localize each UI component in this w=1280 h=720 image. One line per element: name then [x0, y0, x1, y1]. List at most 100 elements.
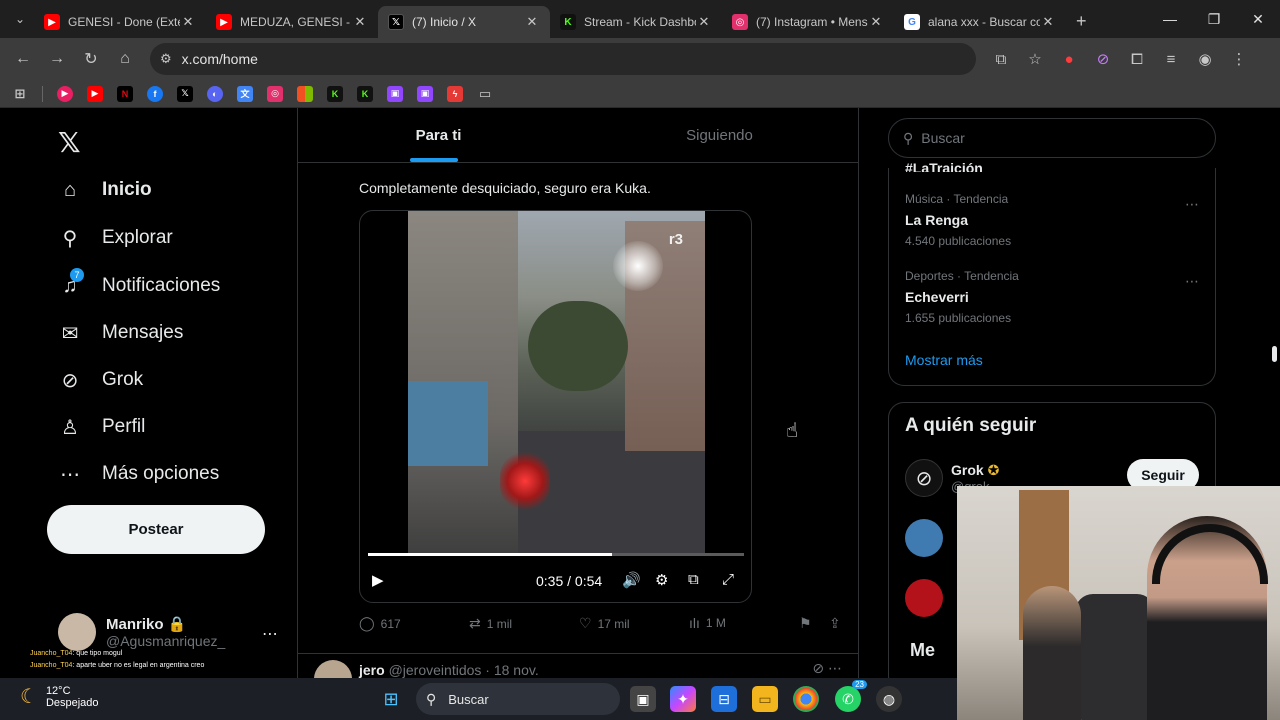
nav-item-grok[interactable]: ⊘ Grok — [58, 368, 144, 392]
browser-tab-active[interactable]: 𝕏 (7) Inicio / X ✕ — [378, 6, 550, 38]
bookmark-kick-icon[interactable]: K — [357, 85, 373, 102]
trend-more-icon[interactable]: ⋯ — [1185, 273, 1199, 290]
nav-item-mensajes[interactable]: ✉ Mensajes — [58, 321, 184, 345]
tab-search-button[interactable]: ⌄ — [6, 5, 34, 33]
browser-tab[interactable]: K Stream - Kick Dashbo ✕ — [550, 6, 722, 38]
share-button[interactable]: ⇪ — [829, 615, 847, 632]
extension-icon[interactable]: ● — [1052, 51, 1086, 68]
bookmark-translate-icon[interactable]: 文 — [237, 85, 253, 102]
show-more-link[interactable]: Mostrar más — [905, 352, 983, 368]
apps-grid-icon[interactable]: ⊞ — [12, 86, 28, 102]
bookmark-facebook-icon[interactable]: f — [147, 85, 163, 102]
browser-tab[interactable]: ▶ MEDUZA, GENESI - F ✕ — [206, 6, 378, 38]
install-app-icon[interactable]: ⧉ — [984, 51, 1018, 68]
search-input[interactable]: ⚲ Buscar — [888, 118, 1216, 158]
extensions-puzzle-icon[interactable]: ⧠ — [1120, 51, 1154, 68]
trend-more-icon[interactable]: ⋯ — [1185, 196, 1199, 213]
close-tab-icon[interactable]: ✕ — [352, 14, 368, 30]
bookmark-music-icon[interactable]: ▶ — [57, 85, 73, 102]
nav-item-explorar[interactable]: ⚲ Explorar — [58, 226, 173, 250]
nav-item-notificaciones[interactable]: ♫ 7 Notificaciones — [58, 268, 220, 298]
bookmark-x-icon[interactable]: 𝕏 — [177, 85, 193, 102]
file-explorer-icon[interactable]: ▭ — [752, 686, 778, 712]
video-frame[interactable]: r3 — [408, 211, 705, 556]
chrome-icon[interactable] — [793, 686, 819, 712]
bookmark-twitch-icon[interactable]: ▣ — [417, 85, 433, 102]
home-icon[interactable]: ⌂ — [108, 42, 142, 76]
nav-item-mas-opciones[interactable]: ⋯ Más opciones — [58, 462, 219, 486]
more-icon[interactable]: ⊘ ⋯ — [812, 660, 842, 677]
close-tab-icon[interactable]: ✕ — [180, 14, 196, 30]
follow-suggestion[interactable] — [905, 519, 951, 557]
settings-gear-icon[interactable]: ⚙ — [655, 571, 668, 589]
post-button[interactable]: Postear — [47, 505, 265, 554]
new-tab-button[interactable]: + — [1076, 11, 1087, 32]
follow-suggestion[interactable] — [905, 579, 951, 617]
extension-icon[interactable]: ⊘ — [1086, 50, 1120, 68]
windows-start-icon[interactable]: ⊞ — [378, 686, 404, 712]
bookmark-bolt-icon[interactable]: ϟ — [447, 85, 463, 102]
whatsapp-icon[interactable]: ✆ 23 — [835, 680, 867, 712]
close-tab-icon[interactable]: ✕ — [696, 14, 712, 30]
fullscreen-icon[interactable]: ⤢ — [722, 571, 734, 588]
repost-button[interactable]: ⇄ 1 mil — [469, 615, 512, 632]
scrollbar-thumb[interactable] — [1272, 346, 1277, 362]
bookmark-instagram-icon[interactable]: ◎ — [267, 85, 283, 102]
minimize-icon[interactable]: — — [1148, 0, 1192, 38]
maximize-icon[interactable]: ❐ — [1192, 0, 1236, 38]
bookmark-discord-icon[interactable]: ◐ — [207, 85, 223, 102]
messages-drawer[interactable]: Me — [910, 640, 935, 661]
bookmark-twitch-icon[interactable]: ▣ — [387, 85, 403, 102]
reload-icon[interactable]: ↻ — [74, 42, 108, 76]
nav-item-inicio[interactable]: ⌂ Inicio — [58, 178, 152, 202]
store-icon[interactable]: ⊟ — [711, 686, 737, 712]
weather-widget[interactable]: ☾ 12°C Despejado — [20, 684, 99, 709]
trend-cut-off[interactable]: #LaTraición — [905, 160, 983, 172]
close-tab-icon[interactable]: ✕ — [524, 14, 540, 30]
video-player[interactable]: r3 ▶ 0:35 / 0:54 🔊 ⚙ ⧉ ⤢ — [359, 210, 752, 603]
like-button[interactable]: ♡ 17 mil — [579, 615, 630, 632]
account-more-icon[interactable]: ⋯ — [262, 624, 278, 644]
bookmark-button[interactable]: ⚑ — [799, 615, 818, 632]
youtube-icon: ▶ — [216, 14, 232, 30]
trend-item[interactable]: Música · Tendencia La Renga 4.540 public… — [905, 192, 1011, 248]
browser-tab[interactable]: ▶ GENESI - Done (Exter ✕ — [34, 6, 206, 38]
task-view-icon[interactable]: ▣ — [630, 686, 656, 712]
address-bar[interactable]: ⚙ x.com/home — [150, 43, 976, 75]
trend-item[interactable]: Deportes · Tendencia Echeverri 1.655 pub… — [905, 269, 1019, 325]
menu-kebab-icon[interactable]: ⋮ — [1222, 50, 1256, 68]
reply-button[interactable]: ◯ 617 — [359, 615, 401, 632]
avatar[interactable] — [314, 660, 352, 678]
youtube-icon: ▶ — [44, 14, 60, 30]
volume-icon[interactable]: 🔊 — [622, 571, 641, 589]
bookmark-microsoft-icon[interactable] — [297, 85, 313, 102]
x-logo-icon[interactable]: 𝕏 — [58, 126, 81, 159]
nav-item-perfil[interactable]: ♙ Perfil — [58, 415, 145, 439]
taskbar-search[interactable]: ⚲ Buscar — [416, 683, 620, 715]
views-button[interactable]: ılı 1 M — [689, 615, 726, 631]
play-icon[interactable]: ▶ — [372, 571, 384, 589]
tab-siguiendo[interactable]: Siguiendo — [579, 108, 858, 162]
video-progress-bar[interactable] — [368, 553, 744, 556]
bookmark-folder-icon[interactable]: ▭ — [477, 86, 493, 102]
tab-para-ti[interactable]: Para ti — [298, 108, 579, 162]
back-icon[interactable]: ← — [6, 42, 40, 76]
close-tab-icon[interactable]: ✕ — [868, 14, 884, 30]
copilot-icon[interactable]: ✦ — [670, 686, 696, 712]
browser-tab[interactable]: G alana xxx - Buscar co ✕ — [894, 6, 1066, 38]
account-switcher[interactable]: Manriko 🔒 @Agusmanriquez_ — [58, 613, 225, 651]
forward-icon[interactable]: → — [40, 42, 74, 76]
media-control-icon[interactable]: ≡ — [1154, 51, 1188, 68]
close-tab-icon[interactable]: ✕ — [1040, 14, 1056, 30]
bookmark-kick-icon[interactable]: K — [327, 85, 343, 102]
browser-tab[interactable]: ◎ (7) Instagram • Mens ✕ — [722, 6, 894, 38]
bookmark-netflix-icon[interactable]: N — [117, 85, 133, 102]
bookmark-youtube-icon[interactable]: ▶ — [87, 85, 103, 102]
profile-avatar-icon[interactable]: ◉ — [1188, 50, 1222, 68]
app-icon[interactable]: ◍ — [876, 686, 902, 712]
picture-in-picture-icon[interactable]: ⧉ — [688, 571, 699, 588]
next-post[interactable]: jero @jeroveintidos · 18 nov. ⊘ ⋯ — [298, 653, 858, 678]
site-info-icon[interactable]: ⚙ — [160, 51, 172, 67]
close-window-icon[interactable]: ✕ — [1236, 0, 1280, 38]
bookmark-star-icon[interactable]: ☆ — [1018, 50, 1052, 68]
